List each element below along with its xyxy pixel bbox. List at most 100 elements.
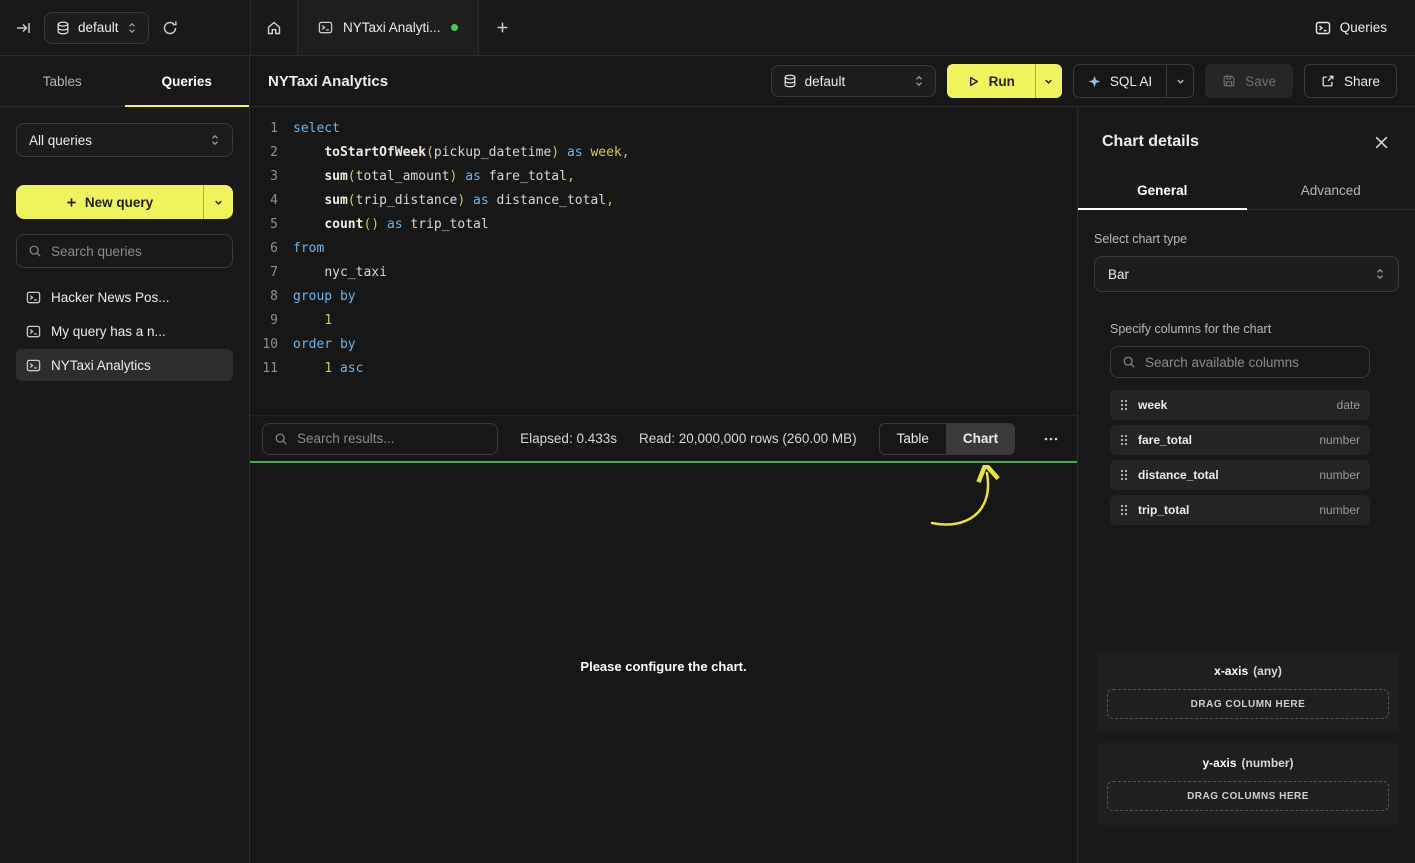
code-line: 9 1 bbox=[250, 309, 1077, 333]
queries-button-label: Queries bbox=[1340, 20, 1387, 35]
sql-ai-split-button: SQL AI bbox=[1073, 64, 1194, 98]
queries-button[interactable]: Queries bbox=[1315, 20, 1387, 36]
new-tab-button[interactable] bbox=[479, 0, 527, 55]
new-query-dropdown[interactable] bbox=[203, 185, 233, 219]
play-icon bbox=[967, 75, 980, 88]
run-database-selector[interactable]: default bbox=[771, 65, 936, 97]
database-icon bbox=[783, 74, 797, 88]
tab-advanced[interactable]: Advanced bbox=[1247, 171, 1415, 209]
query-search-input[interactable] bbox=[51, 244, 221, 259]
line-number: 4 bbox=[250, 189, 278, 213]
tab-advanced-label: Advanced bbox=[1301, 183, 1361, 198]
column-type: number bbox=[1319, 468, 1360, 482]
code-line: 2 toStartOfWeek(pickup_datetime) as week… bbox=[250, 141, 1077, 165]
run-options-dropdown[interactable] bbox=[1035, 64, 1062, 98]
drag-handle-icon[interactable] bbox=[1120, 504, 1128, 516]
elapsed-stat: Elapsed: 0.433s bbox=[520, 431, 617, 446]
share-label: Share bbox=[1344, 74, 1380, 89]
annotation-arrow bbox=[910, 465, 1030, 535]
home-icon bbox=[266, 20, 282, 36]
read-stat: Read: 20,000,000 rows (260.00 MB) bbox=[639, 431, 857, 446]
y-axis-name: y-axis bbox=[1202, 756, 1236, 770]
app: default NYTaxi Analyti... bbox=[0, 0, 1415, 863]
line-number: 5 bbox=[250, 213, 278, 237]
sql-ai-button[interactable]: SQL AI bbox=[1074, 65, 1166, 97]
query-item-label: Hacker News Pos... bbox=[51, 290, 170, 305]
x-axis-type: (any) bbox=[1253, 664, 1282, 678]
home-tab[interactable] bbox=[250, 0, 297, 55]
query-item-label: My query has a n... bbox=[51, 324, 166, 339]
top-bar: default NYTaxi Analyti... bbox=[0, 0, 1415, 56]
collapse-sidebar-icon[interactable] bbox=[15, 20, 31, 36]
new-query-button[interactable]: New query bbox=[16, 185, 203, 219]
database-selector[interactable]: default bbox=[44, 12, 149, 44]
sidebar-tab-queries[interactable]: Queries bbox=[125, 56, 250, 106]
chart-column-row[interactable]: distance_total number bbox=[1110, 460, 1370, 490]
body-row: Tables Queries All queries bbox=[0, 56, 1415, 863]
query-list-item[interactable]: NYTaxi Analytics bbox=[16, 349, 233, 381]
chart-view-button[interactable]: Chart bbox=[946, 424, 1015, 454]
search-icon bbox=[274, 432, 288, 446]
query-list-item[interactable]: Hacker News Pos... bbox=[16, 281, 233, 313]
column-type: number bbox=[1319, 433, 1360, 447]
share-icon bbox=[1321, 74, 1335, 88]
search-icon bbox=[28, 244, 42, 258]
y-axis-dropzone[interactable]: DRAG COLUMNS HERE bbox=[1107, 781, 1389, 811]
column-name: fare_total bbox=[1138, 433, 1192, 447]
more-options-icon[interactable] bbox=[1037, 431, 1065, 447]
run-split-button: Run bbox=[947, 64, 1062, 98]
y-axis-card: y-axis(number) DRAG COLUMNS HERE bbox=[1097, 743, 1399, 825]
drag-handle-icon[interactable] bbox=[1120, 469, 1128, 481]
run-database-value: default bbox=[805, 74, 846, 89]
chevron-down-icon bbox=[1175, 76, 1186, 87]
code-line: 10order by bbox=[250, 333, 1077, 357]
query-file-icon bbox=[26, 358, 41, 373]
y-axis-label: y-axis(number) bbox=[1107, 756, 1389, 770]
save-button[interactable]: Save bbox=[1205, 64, 1293, 98]
columns-search bbox=[1110, 346, 1370, 378]
chart-type-select[interactable]: Bar bbox=[1094, 256, 1399, 292]
database-icon bbox=[56, 21, 70, 35]
line-number: 2 bbox=[250, 141, 278, 165]
line-number: 7 bbox=[250, 261, 278, 285]
sidebar-tab-queries-label: Queries bbox=[162, 74, 212, 89]
tab-title: NYTaxi Analyti... bbox=[343, 20, 441, 35]
save-label: Save bbox=[1245, 74, 1276, 89]
query-filter-select[interactable]: All queries bbox=[16, 123, 233, 157]
chart-column-row[interactable]: week date bbox=[1110, 390, 1370, 420]
chart-type-value: Bar bbox=[1108, 267, 1129, 282]
query-file-icon bbox=[26, 290, 41, 305]
run-button[interactable]: Run bbox=[947, 64, 1035, 98]
table-view-button[interactable]: Table bbox=[880, 424, 946, 454]
code-line: 1select bbox=[250, 117, 1077, 141]
search-icon bbox=[1122, 355, 1136, 369]
code-line: 3 sum(total_amount) as fare_total, bbox=[250, 165, 1077, 189]
sidebar-tab-tables[interactable]: Tables bbox=[0, 56, 125, 106]
sql-ai-dropdown[interactable] bbox=[1166, 65, 1193, 97]
drag-handle-icon[interactable] bbox=[1120, 434, 1128, 446]
line-number: 3 bbox=[250, 165, 278, 189]
chart-column-row[interactable]: fare_total number bbox=[1110, 425, 1370, 455]
refresh-icon[interactable] bbox=[162, 20, 178, 36]
columns-search-input[interactable] bbox=[1145, 355, 1358, 370]
tab-nytaxi-analytics[interactable]: NYTaxi Analyti... bbox=[297, 0, 479, 55]
code-line: 7 nyc_taxi bbox=[250, 261, 1077, 285]
sql-editor[interactable]: 1select2 toStartOfWeek(pickup_datetime) … bbox=[250, 107, 1077, 415]
x-axis-dropzone[interactable]: DRAG COLUMN HERE bbox=[1107, 689, 1389, 719]
close-icon[interactable] bbox=[1374, 135, 1389, 150]
chart-view-label: Chart bbox=[963, 431, 998, 446]
query-list-item[interactable]: My query has a n... bbox=[16, 315, 233, 347]
header-actions: default Run bbox=[771, 64, 1397, 98]
chevron-down-icon bbox=[213, 197, 224, 208]
new-query-label: New query bbox=[85, 195, 153, 210]
share-button[interactable]: Share bbox=[1304, 64, 1397, 98]
chart-results-area: Please configure the chart. bbox=[250, 463, 1077, 863]
chart-column-row[interactable]: trip_total number bbox=[1110, 495, 1370, 525]
line-number: 11 bbox=[250, 357, 278, 381]
drag-handle-icon[interactable] bbox=[1120, 399, 1128, 411]
sidebar-content: All queries New query bbox=[0, 107, 249, 397]
tab-general-label: General bbox=[1137, 183, 1187, 198]
tab-general[interactable]: General bbox=[1078, 171, 1247, 209]
results-search-input[interactable] bbox=[297, 431, 486, 446]
x-axis-name: x-axis bbox=[1214, 664, 1248, 678]
